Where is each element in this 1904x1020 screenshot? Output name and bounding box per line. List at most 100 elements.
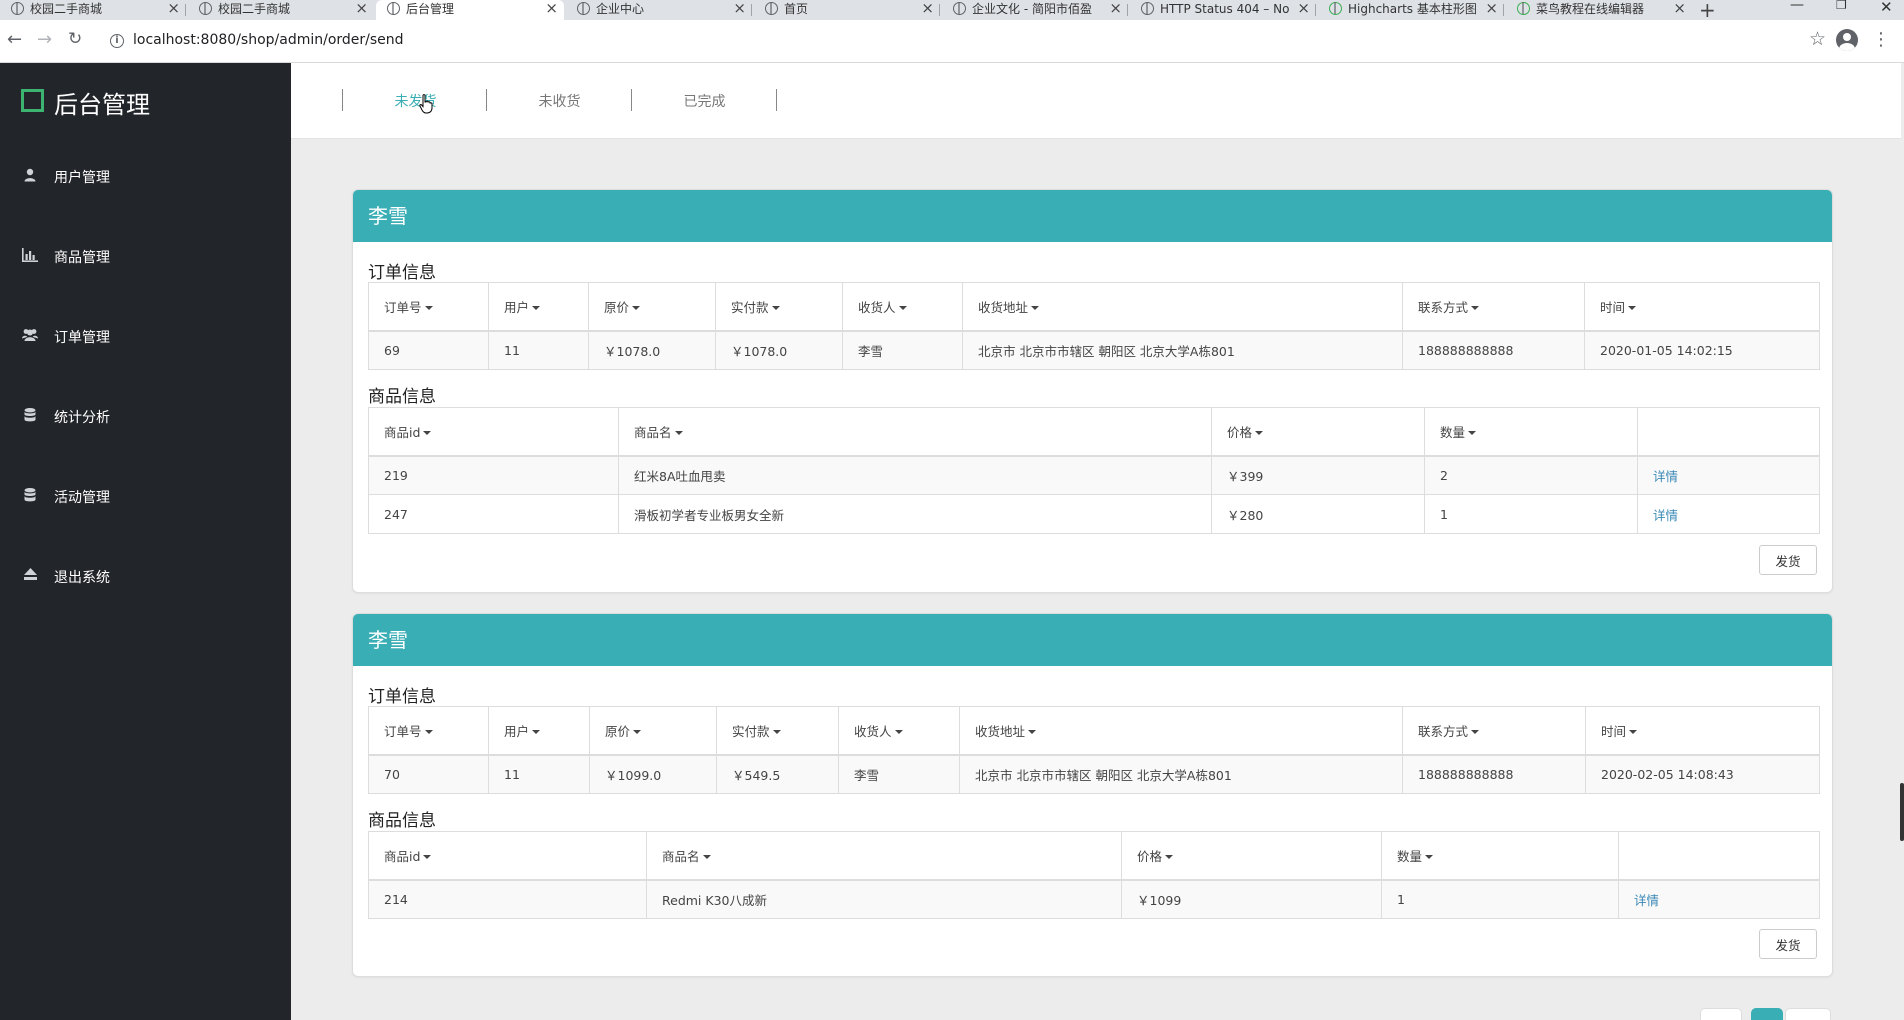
- column-header[interactable]: 商品名: [618, 407, 1212, 457]
- forward-icon[interactable]: →: [37, 29, 52, 50]
- column-header[interactable]: 用户: [488, 282, 589, 332]
- browser-tab[interactable]: 首页 ×: [754, 0, 940, 20]
- column-header[interactable]: 价格: [1211, 407, 1425, 457]
- column-header[interactable]: 订单号: [368, 706, 489, 756]
- browser-tab-active[interactable]: 后台管理 ×: [376, 0, 564, 20]
- close-icon[interactable]: ×: [733, 0, 746, 17]
- detail-link[interactable]: 详情: [1653, 469, 1678, 484]
- column-header[interactable]: 收货人: [842, 282, 963, 332]
- sidebar-item-logout[interactable]: 退出系统: [0, 556, 291, 596]
- table-row: 219 红米8A吐血甩卖 ￥399 2 详情: [368, 455, 1820, 495]
- caret-down-icon: [1031, 306, 1040, 311]
- profile-icon[interactable]: [1836, 29, 1858, 51]
- order-id: 70: [368, 754, 489, 794]
- goods-id: 219: [368, 455, 619, 495]
- close-icon[interactable]: ×: [545, 0, 558, 17]
- scrollbar-thumb[interactable]: [1900, 783, 1904, 841]
- browser-tab[interactable]: HTTP Status 404 – No ×: [1130, 0, 1316, 20]
- window-close-icon[interactable]: ✕: [1880, 0, 1893, 16]
- sidebar-item-orders[interactable]: 订单管理: [0, 316, 291, 356]
- close-icon[interactable]: ×: [1673, 0, 1686, 17]
- close-icon[interactable]: ×: [167, 0, 180, 17]
- browser-tab-label: HTTP Status 404 – No: [1160, 2, 1290, 16]
- column-header[interactable]: 联系方式: [1402, 282, 1585, 332]
- browser-tab[interactable]: 校园二手商城 ×: [188, 0, 374, 20]
- column-header[interactable]: 时间: [1585, 706, 1820, 756]
- caret-down-icon: [1471, 730, 1480, 735]
- column-header[interactable]: 原价: [588, 282, 716, 332]
- new-tab-icon[interactable]: +: [1699, 0, 1716, 22]
- sidebar-item-label: 订单管理: [54, 330, 110, 346]
- detail-link[interactable]: 详情: [1653, 508, 1678, 523]
- order-info-title: 订单信息: [368, 263, 436, 283]
- column-header[interactable]: 商品id: [368, 831, 647, 881]
- more-menu-icon[interactable]: ⋮: [1872, 29, 1890, 50]
- url-field[interactable]: i localhost:8080/shop/admin/order/send ☆…: [100, 26, 1890, 56]
- globe-icon: [387, 2, 400, 15]
- ship-button[interactable]: 发货: [1759, 929, 1817, 959]
- reload-icon[interactable]: ↻: [68, 29, 82, 49]
- column-header[interactable]: 联系方式: [1402, 706, 1586, 756]
- column-header[interactable]: 收货地址: [962, 282, 1403, 332]
- info-icon[interactable]: i: [110, 34, 124, 48]
- goods-name: 红米8A吐血甩卖: [618, 455, 1212, 495]
- back-icon[interactable]: ←: [7, 29, 22, 50]
- column-header[interactable]: 订单号: [368, 282, 489, 332]
- close-icon[interactable]: ×: [1109, 0, 1122, 17]
- goods-id: 247: [368, 494, 619, 534]
- close-icon[interactable]: ×: [1485, 0, 1498, 17]
- caret-down-icon: [674, 431, 683, 436]
- close-icon[interactable]: ×: [1297, 0, 1310, 17]
- star-icon[interactable]: ☆: [1809, 28, 1826, 50]
- column-header[interactable]: 商品名: [646, 831, 1122, 881]
- browser-tab-strip: 校园二手商城 × 校园二手商城 × 后台管理 × 企业中心 × 首页 × 企业文…: [0, 0, 1904, 22]
- tab-unreceived[interactable]: 未收货: [487, 91, 632, 111]
- close-icon[interactable]: ×: [921, 0, 934, 17]
- order-user: 11: [488, 330, 589, 370]
- browser-tab[interactable]: 校园二手商城 ×: [0, 0, 186, 20]
- runoob-icon: [1517, 2, 1530, 15]
- column-header: [1637, 407, 1820, 457]
- column-header[interactable]: 价格: [1121, 831, 1382, 881]
- browser-tab[interactable]: Highcharts 基本柱形图 ×: [1318, 0, 1504, 20]
- pagination-prev[interactable]: [1700, 1008, 1742, 1020]
- column-header[interactable]: 实付款: [716, 706, 839, 756]
- close-icon[interactable]: ×: [355, 0, 368, 17]
- browser-tab-label: 企业中心: [596, 2, 645, 16]
- tab-unshipped[interactable]: 未发货: [343, 91, 488, 111]
- column-header[interactable]: 数量: [1424, 407, 1638, 457]
- minimize-icon[interactable]: —: [1790, 0, 1804, 13]
- caret-down-icon: [702, 855, 711, 860]
- bar-chart-icon: [22, 248, 38, 264]
- column-header[interactable]: 数量: [1381, 831, 1619, 881]
- url-text[interactable]: localhost:8080/shop/admin/order/send: [133, 32, 404, 48]
- caret-down-icon: [898, 306, 907, 311]
- sidebar-item-label: 统计分析: [54, 410, 110, 426]
- detail-link[interactable]: 详情: [1634, 893, 1659, 908]
- column-header[interactable]: 用户: [488, 706, 590, 756]
- restore-icon[interactable]: ❐: [1836, 0, 1847, 12]
- order-paid: ￥1078.0: [715, 330, 843, 370]
- browser-tab[interactable]: 企业中心 ×: [566, 0, 752, 20]
- column-header[interactable]: 收货人: [838, 706, 960, 756]
- ship-button[interactable]: 发货: [1759, 545, 1817, 575]
- tab-completed[interactable]: 已完成: [632, 91, 777, 111]
- pagination-page-active[interactable]: [1751, 1008, 1783, 1020]
- goods-price: ￥1099: [1121, 879, 1382, 919]
- pagination-next[interactable]: [1785, 1008, 1831, 1020]
- sidebar-item-statistics[interactable]: 统计分析: [0, 396, 291, 436]
- column-header[interactable]: 收货地址: [959, 706, 1403, 756]
- sidebar-item-activities[interactable]: 活动管理: [0, 476, 291, 516]
- goods-table: 商品id 商品名 价格 数量 214 Redmi K30八成新 ￥1099 1 …: [368, 831, 1820, 919]
- browser-tab[interactable]: 菜鸟教程在线编辑器 ×: [1506, 0, 1692, 20]
- column-header[interactable]: 时间: [1584, 282, 1820, 332]
- column-header[interactable]: 商品id: [368, 407, 619, 457]
- table-row: 247 滑板初学者专业板男女全新 ￥280 1 详情: [368, 494, 1820, 534]
- globe-icon: [953, 2, 966, 15]
- sidebar-item-users[interactable]: 用户管理: [0, 156, 291, 196]
- caret-down-icon: [423, 431, 432, 436]
- browser-tab[interactable]: 企业文化 - 简阳市佰盈 ×: [942, 0, 1128, 20]
- column-header[interactable]: 原价: [589, 706, 717, 756]
- sidebar-item-goods[interactable]: 商品管理: [0, 236, 291, 276]
- column-header[interactable]: 实付款: [715, 282, 843, 332]
